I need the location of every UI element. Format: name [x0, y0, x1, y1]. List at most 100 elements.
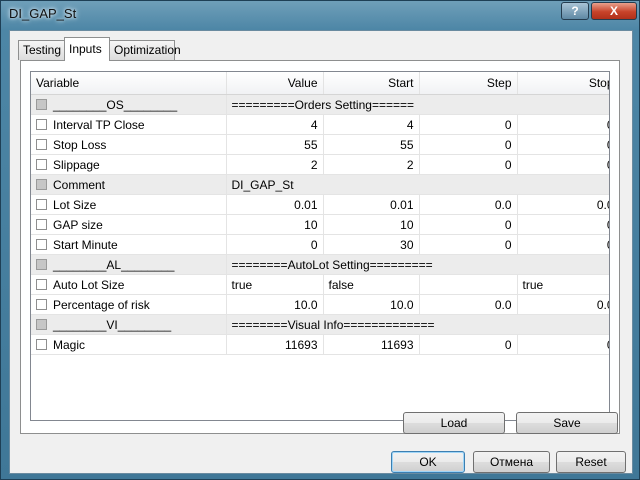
cancel-button[interactable]: Отмена — [473, 451, 550, 473]
stop-cell[interactable]: 0 — [517, 114, 609, 135]
step-cell[interactable]: 0.0 — [419, 294, 518, 315]
optimize-checkbox[interactable] — [36, 279, 47, 290]
value-cell[interactable]: ========AutoLot Setting========= — [226, 254, 609, 275]
variable-cell[interactable]: Lot Size — [31, 194, 227, 215]
variable-cell[interactable]: Comment — [31, 174, 227, 195]
optimize-checkbox[interactable] — [36, 159, 47, 170]
start-cell[interactable]: 55 — [323, 134, 420, 155]
save-button[interactable]: Save — [516, 412, 618, 434]
column-header-step[interactable]: Step — [419, 72, 518, 95]
optimize-checkbox[interactable] — [36, 179, 47, 190]
value-cell[interactable]: ========Visual Info============= — [226, 314, 609, 335]
variable-cell[interactable]: Interval TP Close — [31, 114, 227, 135]
value-cell[interactable]: 2 — [226, 154, 324, 175]
stop-cell[interactable]: 0 — [517, 154, 609, 175]
column-header-start[interactable]: Start — [323, 72, 420, 95]
title-bar[interactable]: DI_GAP_St ? X — [1, 1, 639, 27]
start-cell[interactable]: 0.01 — [323, 194, 420, 215]
start-cell[interactable]: 10.0 — [323, 294, 420, 315]
value-cell[interactable]: true — [226, 274, 324, 295]
start-cell[interactable]: 4 — [323, 114, 420, 135]
step-cell[interactable]: 0 — [419, 114, 518, 135]
table-row[interactable]: ________VI________ ========Visual Info===… — [31, 314, 609, 335]
variable-name: ________VI________ — [53, 317, 172, 332]
value-cell[interactable]: 4 — [226, 114, 324, 135]
value-cell[interactable]: =========Orders Setting====== — [226, 94, 609, 115]
table-row[interactable]: Interval TP Close4400 — [31, 114, 609, 135]
value-cell[interactable]: 10 — [226, 214, 324, 235]
tab-inputs[interactable]: Inputs — [64, 37, 110, 61]
variable-cell[interactable]: ________VI________ — [31, 314, 227, 335]
load-button[interactable]: Load — [403, 412, 505, 434]
column-header-stop[interactable]: Stop — [517, 72, 609, 95]
window-title: DI_GAP_St — [9, 6, 77, 21]
stop-cell[interactable]: 0 — [517, 334, 609, 355]
optimize-checkbox[interactable] — [36, 299, 47, 310]
optimize-checkbox[interactable] — [36, 219, 47, 230]
reset-button[interactable]: Reset — [556, 451, 626, 473]
value-cell[interactable]: 55 — [226, 134, 324, 155]
optimize-checkbox[interactable] — [36, 99, 47, 110]
help-button[interactable]: ? — [561, 2, 589, 20]
variable-cell[interactable]: Magic — [31, 334, 227, 355]
value-cell[interactable]: DI_GAP_St — [226, 174, 609, 195]
variable-cell[interactable]: Start Minute — [31, 234, 227, 255]
step-cell[interactable] — [419, 274, 518, 295]
variable-cell[interactable]: Stop Loss — [31, 134, 227, 155]
step-cell[interactable]: 0 — [419, 134, 518, 155]
tab-testing[interactable]: Testing — [18, 40, 65, 60]
optimize-checkbox[interactable] — [36, 239, 47, 250]
variable-cell[interactable]: ________OS________ — [31, 94, 227, 115]
stop-cell[interactable]: 0.0 — [517, 294, 609, 315]
optimize-checkbox[interactable] — [36, 339, 47, 350]
column-header-value[interactable]: Value — [226, 72, 324, 95]
start-cell[interactable]: false — [323, 274, 420, 295]
table-row[interactable]: Comment DI_GAP_St — [31, 174, 609, 195]
variable-cell[interactable]: GAP size — [31, 214, 227, 235]
stop-cell[interactable]: 0 — [517, 134, 609, 155]
tab-optimization[interactable]: Optimization — [109, 40, 181, 60]
optimize-checkbox[interactable] — [36, 319, 47, 330]
ok-button[interactable]: OK — [391, 451, 465, 473]
stop-cell[interactable]: 0 — [517, 234, 609, 255]
variable-cell[interactable]: Auto Lot Size — [31, 274, 227, 295]
inputs-grid[interactable]: Variable Value Start Step Stop ________O… — [30, 71, 610, 421]
start-cell[interactable]: 11693 — [323, 334, 420, 355]
optimize-checkbox[interactable] — [36, 119, 47, 130]
step-cell[interactable]: 0 — [419, 154, 518, 175]
column-header-variable[interactable]: Variable — [31, 72, 227, 95]
table-row[interactable]: Percentage of risk10.010.00.00.0 — [31, 294, 609, 315]
table-row[interactable]: ________AL________ ========AutoLot Settin… — [31, 254, 609, 275]
inputs-panel: Variable Value Start Step Stop ________O… — [20, 60, 620, 434]
value-cell[interactable]: 0.01 — [226, 194, 324, 215]
optimize-checkbox[interactable] — [36, 259, 47, 270]
step-cell[interactable]: 0 — [419, 234, 518, 255]
variable-name: ________OS________ — [53, 97, 178, 112]
value-cell[interactable]: 10.0 — [226, 294, 324, 315]
table-row[interactable]: Lot Size0.010.010.00.0 — [31, 194, 609, 215]
variable-cell[interactable]: Slippage — [31, 154, 227, 175]
start-cell[interactable]: 2 — [323, 154, 420, 175]
table-row[interactable]: Stop Loss555500 — [31, 134, 609, 155]
table-row[interactable]: Start Minute03000 — [31, 234, 609, 255]
optimize-checkbox[interactable] — [36, 139, 47, 150]
start-cell[interactable]: 30 — [323, 234, 420, 255]
close-button[interactable]: X — [591, 2, 637, 20]
step-cell[interactable]: 0 — [419, 334, 518, 355]
step-cell[interactable]: 0.0 — [419, 194, 518, 215]
variable-cell[interactable]: Percentage of risk — [31, 294, 227, 315]
variable-cell[interactable]: ________AL________ — [31, 254, 227, 275]
start-cell[interactable]: 10 — [323, 214, 420, 235]
value-cell[interactable]: 0 — [226, 234, 324, 255]
optimize-checkbox[interactable] — [36, 199, 47, 210]
stop-cell[interactable]: 0 — [517, 214, 609, 235]
table-row[interactable]: GAP size101000 — [31, 214, 609, 235]
table-row[interactable]: Auto Lot Size true false true — [31, 274, 609, 295]
stop-cell[interactable]: 0.0 — [517, 194, 609, 215]
step-cell[interactable]: 0 — [419, 214, 518, 235]
table-row[interactable]: ________OS________ =========Orders Settin… — [31, 94, 609, 115]
stop-cell[interactable]: true — [517, 274, 609, 295]
value-cell[interactable]: 11693 — [226, 334, 324, 355]
table-row[interactable]: Slippage2200 — [31, 154, 609, 175]
table-row[interactable]: Magic116931169300 — [31, 334, 609, 355]
